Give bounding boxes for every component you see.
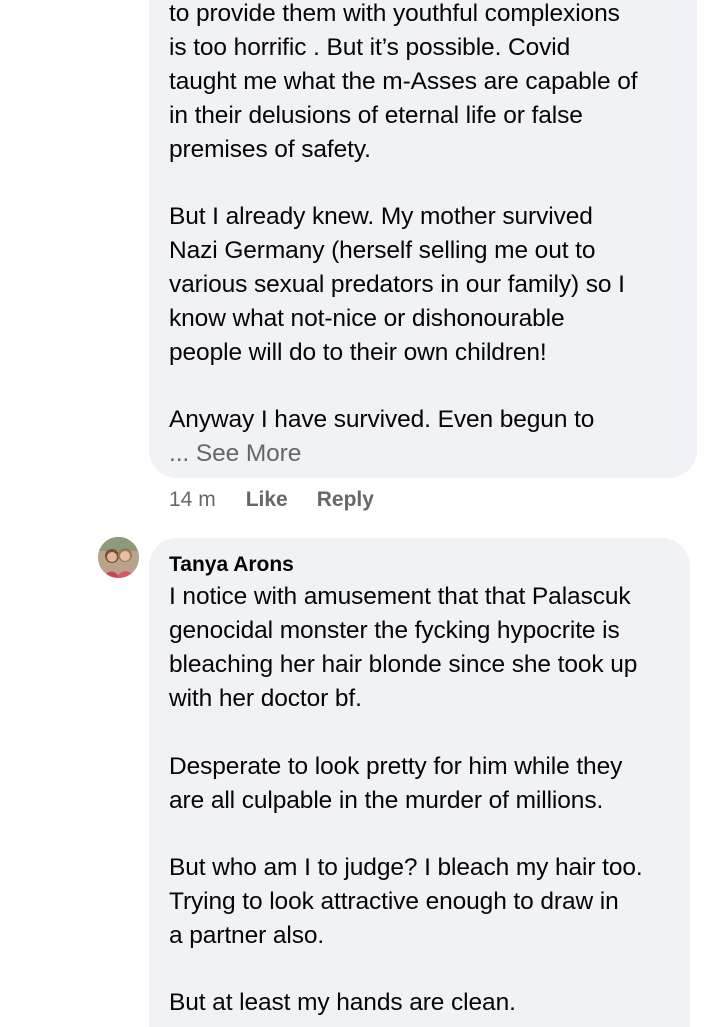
profile-photo-icon (98, 537, 139, 578)
comment-text-line: in their delusions of eternal life or fa… (169, 102, 583, 129)
comment-text-line: Trying to look attractive enough to draw… (169, 888, 619, 915)
comment-text-line: to provide them with youthful complexion… (169, 0, 620, 27)
comment-text-line: with her doctor bf. (169, 685, 362, 712)
like-button[interactable]: Like (246, 486, 288, 514)
comment-text-line: bleaching her hair blonde since she took… (169, 651, 638, 678)
comment-text-line: genocidal monster the fycking hypocrite … (169, 617, 620, 644)
see-more-link[interactable]: ... See More (169, 437, 301, 471)
avatar[interactable] (98, 537, 139, 578)
comment-text-line: I notice with amusement that that Palasc… (169, 583, 631, 610)
comment-text-line: Nazi Germany (herself selling me out to (169, 237, 596, 264)
comment-text-line: various sexual predators in our family) … (169, 271, 625, 298)
comment-text-line: are all culpable in the murder of millio… (169, 787, 604, 814)
reply-button[interactable]: Reply (317, 486, 374, 514)
comment-author-name[interactable]: Tanya Arons (169, 552, 294, 578)
comment-actions: 14 m Like Reply (169, 486, 374, 514)
comment-timestamp: 14 m (169, 488, 216, 511)
comment-text-line: But I already knew. My mother survived (169, 203, 593, 230)
comment-text-line: But who am I to judge? I bleach my hair … (169, 854, 643, 881)
comment-text-line: taught me what the m-Asses are capable o… (169, 68, 638, 95)
comment-text-line: people will do to their own children! (169, 339, 547, 366)
comment-text-line: a partner also. (169, 922, 325, 949)
comment-text-line: know what not-nice or dishonourable (169, 305, 565, 332)
comment-bubble: Tanya Arons I notice with amusement that… (149, 538, 690, 1027)
comment-text-line: Anyway I have survived. Even begun to (169, 406, 595, 433)
comment-bubble: to provide them with youthful complexion… (149, 0, 697, 478)
comment-text-line: But at least my hands are clean. (169, 989, 516, 1016)
comment-text-line: premises of safety. (169, 136, 371, 163)
comment-text-line: Desperate to look pretty for him while t… (169, 753, 623, 780)
comment-text-line: is too horrific . But it’s possible. Cov… (169, 34, 571, 61)
